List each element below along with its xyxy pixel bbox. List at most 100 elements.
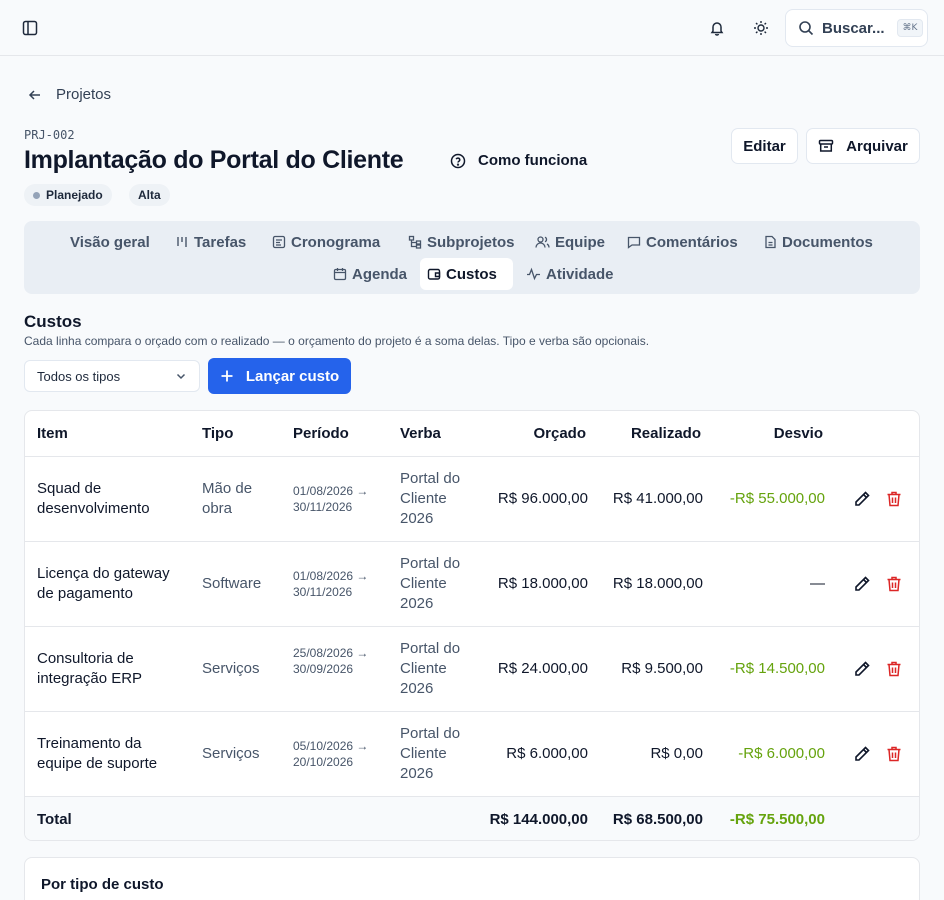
cost-type: Serviços xyxy=(202,660,260,677)
trash-icon[interactable] xyxy=(884,574,904,594)
bell-icon[interactable] xyxy=(703,14,731,42)
cost-type: Software xyxy=(202,575,262,592)
pencil-icon[interactable] xyxy=(852,489,872,509)
chevron-down-icon xyxy=(176,373,186,380)
cost-actual: R$ 9.500,00 xyxy=(621,660,703,677)
table-row: Treinamento da equipe de suporte Serviço… xyxy=(25,711,919,796)
tab-team[interactable]: Equipe xyxy=(528,226,612,258)
column-header: Item xyxy=(37,425,68,442)
cost-budget-line: Portal do Cliente 2026 xyxy=(400,555,461,612)
cost-budgeted: R$ 18.000,00 xyxy=(497,575,588,592)
users-icon xyxy=(535,236,550,248)
plus-icon xyxy=(221,370,233,382)
tab-bar: Visão geral Tarefas Cronograma Subprojet… xyxy=(24,221,920,294)
cost-type: Serviços xyxy=(202,745,260,762)
pencil-icon[interactable] xyxy=(852,574,872,594)
how-it-works-button[interactable]: Como funciona xyxy=(450,152,587,169)
cost-item: Consultoria de integração ERP xyxy=(37,650,143,687)
status-label: Planejado xyxy=(46,188,103,202)
section-description: Cada linha compara o orçado com o realiz… xyxy=(24,334,650,348)
activity-icon xyxy=(527,267,540,281)
tab-tasks[interactable]: Tarefas xyxy=(168,226,253,258)
tab-costs[interactable]: Custos xyxy=(420,258,513,290)
tab-label: Subprojetos xyxy=(427,233,515,251)
trash-icon[interactable] xyxy=(884,744,904,764)
total-label: Total xyxy=(37,811,72,828)
help-circle-icon xyxy=(450,153,466,168)
cost-period: 01/08/2026 → 30/11/2026 xyxy=(293,569,369,599)
cost-actual: R$ 41.000,00 xyxy=(612,490,703,507)
file-icon xyxy=(765,235,776,249)
tree-icon xyxy=(408,235,422,249)
edit-button[interactable]: Editar xyxy=(731,128,798,164)
cost-variance: -R$ 55.000,00 xyxy=(729,490,825,507)
search-input[interactable]: Buscar... ⌘K xyxy=(785,9,928,47)
section-title: Custos xyxy=(24,312,82,331)
priority-badge: Alta xyxy=(129,184,170,206)
cost-variance: -R$ 14.500,00 xyxy=(729,660,825,677)
search-label: Buscar... xyxy=(822,19,885,37)
tab-label: Equipe xyxy=(555,233,606,251)
tab-comments[interactable]: Comentários xyxy=(620,226,745,258)
cost-type: Mão de obra xyxy=(202,480,253,517)
type-filter-value: Todos os tipos xyxy=(37,368,121,384)
tab-overview[interactable]: Visão geral xyxy=(63,226,157,258)
trash-icon[interactable] xyxy=(884,659,904,679)
wallet-icon xyxy=(427,268,441,280)
table-row: Consultoria de integração ERP Serviços 2… xyxy=(25,626,919,711)
back-link[interactable]: Projetos xyxy=(28,86,111,103)
pencil-icon[interactable] xyxy=(852,744,872,764)
costs-table: Item Tipo Período Verba Orçado Realizado… xyxy=(24,410,920,841)
column-header: Período xyxy=(293,425,349,442)
tab-label: Atividade xyxy=(546,265,614,283)
table-row: Squad de desenvolvimento Mão de obra 01/… xyxy=(25,456,919,541)
add-cost-button[interactable]: Lançar custo xyxy=(208,358,351,394)
total-budgeted: R$ 144.000,00 xyxy=(489,811,588,828)
type-filter-select[interactable]: Todos os tipos xyxy=(24,360,200,392)
how-it-works-label: Como funciona xyxy=(478,152,588,169)
tab-subprojects[interactable]: Subprojetos xyxy=(401,226,522,258)
comment-icon xyxy=(627,236,641,249)
column-header: Tipo xyxy=(202,425,234,442)
tab-label: Tarefas xyxy=(194,233,247,251)
arrow-left-icon xyxy=(28,89,40,100)
tab-label: Agenda xyxy=(352,265,408,283)
column-header: Realizado xyxy=(630,425,701,442)
total-actual: R$ 68.500,00 xyxy=(612,811,703,828)
tab-documents[interactable]: Documentos xyxy=(757,226,880,258)
search-icon xyxy=(799,21,814,36)
cost-budgeted: R$ 6.000,00 xyxy=(506,745,588,762)
edit-label: Editar xyxy=(743,137,786,155)
tab-label: Custos xyxy=(446,265,497,283)
column-header: Desvio xyxy=(773,425,823,442)
trash-icon[interactable] xyxy=(884,489,904,509)
back-label: Projetos xyxy=(56,86,112,103)
cost-item: Treinamento da equipe de suporte xyxy=(37,735,158,772)
cost-period: 05/10/2026 → 20/10/2026 xyxy=(293,739,369,769)
cost-budget-line: Portal do Cliente 2026 xyxy=(400,725,461,782)
archive-icon xyxy=(818,139,834,152)
cost-budget-line: Portal do Cliente 2026 xyxy=(400,640,461,697)
tab-timeline[interactable]: Cronograma xyxy=(265,226,387,258)
archive-button[interactable]: Arquivar xyxy=(806,128,920,164)
cost-item: Licença do gateway de pagamento xyxy=(37,565,170,602)
cost-variance: -R$ 6.000,00 xyxy=(738,745,825,762)
timeline-icon xyxy=(272,235,286,249)
cost-actual: R$ 0,00 xyxy=(650,745,703,762)
cost-period: 01/08/2026 → 30/11/2026 xyxy=(293,484,369,514)
tab-agenda[interactable]: Agenda xyxy=(326,258,414,290)
sun-icon[interactable] xyxy=(747,14,775,42)
cost-variance: — xyxy=(810,575,825,592)
tab-activity[interactable]: Atividade xyxy=(519,258,621,290)
project-code: PRJ-002 xyxy=(24,128,75,142)
sidebar-toggle-icon[interactable] xyxy=(16,14,44,42)
column-header: Orçado xyxy=(533,425,586,442)
calendar-icon xyxy=(333,268,347,281)
tab-label: Cronograma xyxy=(291,233,381,251)
pencil-icon[interactable] xyxy=(852,659,872,679)
archive-label: Arquivar xyxy=(846,137,908,155)
cost-period: 25/08/2026 → 30/09/2026 xyxy=(293,646,369,676)
kanban-icon xyxy=(177,237,187,247)
total-variance: -R$ 75.500,00 xyxy=(729,811,825,828)
tab-label: Comentários xyxy=(646,233,738,251)
